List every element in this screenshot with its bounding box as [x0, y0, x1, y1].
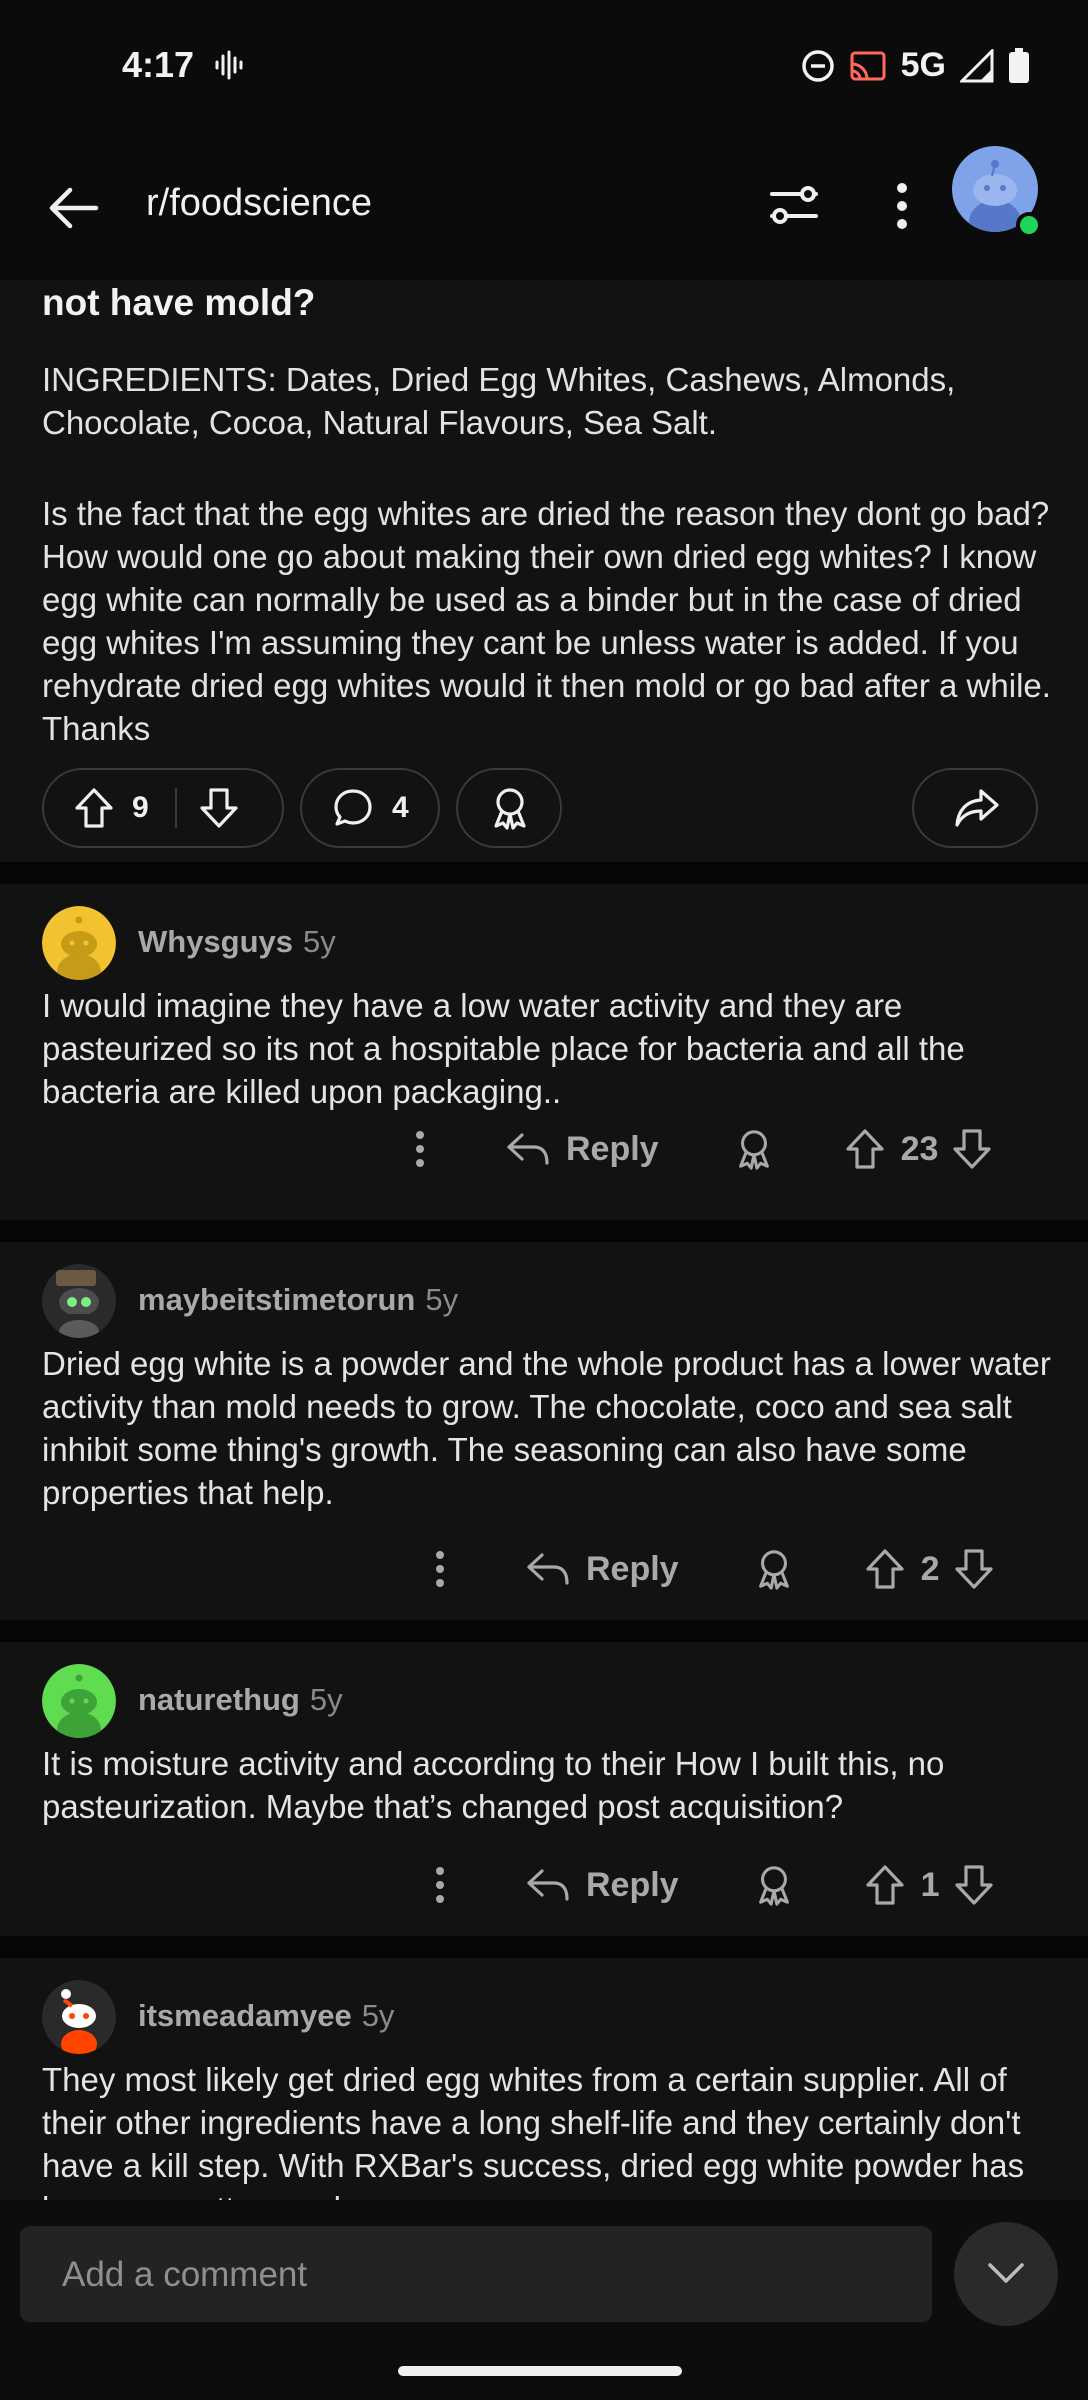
reply-button[interactable]: Reply [506, 1130, 659, 1169]
post-ingredients: INGREDIENTS: Dates, Dried Egg Whites, Ca… [42, 361, 956, 441]
reply-label[interactable]: Reply [566, 1130, 659, 1169]
comment-vote-count: 2 [920, 1549, 940, 1588]
share-icon [954, 787, 1000, 829]
comment-vote-count: 1 [920, 1865, 940, 1904]
signal-icon [960, 48, 994, 83]
comment-age: 5y [303, 924, 336, 959]
award-icon[interactable] [753, 1864, 795, 1906]
comment: maybeitstimetorun 5y Dried egg white is a… [0, 1242, 1088, 1620]
comment-avatar[interactable] [42, 1980, 116, 2054]
upvote-icon[interactable] [74, 787, 114, 829]
do-not-disturb-icon [801, 49, 835, 83]
downvote-icon[interactable] [954, 1548, 994, 1590]
subreddit-title[interactable]: r/foodscience [146, 182, 372, 225]
comment-avatar[interactable] [42, 906, 116, 980]
vote-divider [174, 788, 177, 828]
battery-icon [1008, 47, 1030, 84]
comment-age: 5y [309, 1682, 343, 1717]
scroll-down-button[interactable] [954, 2222, 1058, 2326]
comments-button[interactable]: 4 [300, 768, 440, 848]
status-time: 4:17 [122, 44, 195, 85]
reply-icon [527, 1553, 569, 1585]
upvote-icon[interactable] [865, 1864, 905, 1906]
comment-count: 4 [392, 791, 409, 824]
post-title: not have mold? [42, 282, 316, 323]
comment: naturethug 5y It is moisture activity and… [0, 1642, 1088, 1936]
comment-actions: Reply 1 [424, 1864, 994, 1906]
home-indicator[interactable] [398, 2366, 682, 2376]
comment-username[interactable]: maybeitstimetorun [138, 1282, 415, 1317]
post: not have mold? INGREDIENTS: Dates, Dried… [0, 280, 1088, 862]
comment-avatar[interactable] [42, 1664, 116, 1738]
divider [0, 1220, 1088, 1242]
comment: itsmeadamyee 5y They most likely get drie… [0, 1958, 1088, 2200]
comment-vote-count: 23 [900, 1129, 939, 1168]
comment-author[interactable]: itsmeadamyee 5y [138, 1998, 394, 2034]
more-options-icon[interactable] [404, 1129, 436, 1169]
post-body: Is the fact that the egg whites are drie… [42, 495, 1051, 747]
cast-icon [849, 50, 887, 82]
downvote-icon[interactable] [954, 1864, 994, 1906]
chevron-down-icon [986, 2260, 1026, 2286]
reply-icon [527, 1869, 569, 1901]
upvote-icon[interactable] [865, 1548, 905, 1590]
more-options-icon[interactable] [424, 1865, 456, 1905]
status-icons: 5G [801, 46, 1030, 85]
add-comment-input[interactable]: Add a comment [20, 2226, 932, 2322]
comment-author[interactable]: maybeitstimetorun 5y [138, 1282, 458, 1318]
status-bar: 4:17 5G [0, 0, 1088, 130]
back-arrow-icon[interactable] [44, 178, 104, 238]
network-label: 5G [900, 46, 946, 84]
award-icon[interactable] [733, 1128, 775, 1170]
divider [0, 1936, 1088, 1958]
more-options-icon[interactable] [884, 178, 920, 234]
divider [0, 862, 1088, 884]
comment-bubble-icon [332, 787, 374, 829]
award-icon [488, 786, 532, 830]
comment-age: 5y [361, 1998, 395, 2033]
downvote-icon[interactable] [952, 1128, 992, 1170]
comment-text: Dried egg white is a powder and the whol… [42, 1345, 1051, 1511]
comment-avatar[interactable] [42, 1264, 116, 1338]
comment-username[interactable]: Whysguys [138, 924, 293, 959]
reply-label[interactable]: Reply [586, 1866, 679, 1905]
post-vote-count: 9 [132, 791, 149, 824]
reply-icon [507, 1133, 549, 1165]
upvote-icon[interactable] [845, 1128, 885, 1170]
online-indicator [1016, 212, 1042, 238]
comment-author[interactable]: naturethug 5y [138, 1682, 343, 1718]
comment-actions: Reply 2 [424, 1548, 994, 1590]
divider [0, 1620, 1088, 1642]
comment-age: 5y [425, 1282, 459, 1317]
award-icon[interactable] [753, 1548, 795, 1590]
downvote-icon[interactable] [199, 787, 239, 829]
audio-wave-icon [214, 50, 244, 80]
comment: Whysguys 5y I would imagine they have a l… [0, 884, 1088, 1220]
comment-text: They most likely get dried egg whites fr… [42, 2061, 1025, 2200]
comment-actions: Reply 23 [404, 1128, 992, 1170]
post-vote-bar: 9 [42, 768, 284, 848]
share-button[interactable] [912, 768, 1038, 848]
comment-username[interactable]: naturethug [138, 1682, 300, 1717]
sort-filter-icon[interactable] [766, 178, 822, 234]
comment-text: It is moisture activity and according to… [42, 1745, 945, 1825]
comment-author[interactable]: Whysguys 5y [138, 924, 336, 960]
reply-button[interactable]: Reply [526, 1866, 679, 1905]
add-comment-placeholder: Add a comment [62, 2255, 308, 2294]
app-bar: r/foodscience [0, 130, 1088, 281]
comment-username[interactable]: itsmeadamyee [138, 1998, 352, 2033]
reply-label[interactable]: Reply [586, 1550, 679, 1589]
more-options-icon[interactable] [424, 1549, 456, 1589]
reply-button[interactable]: Reply [526, 1550, 679, 1589]
comment-text: I would imagine they have a low water ac… [42, 987, 965, 1110]
award-button[interactable] [456, 768, 562, 848]
comment-composer: Add a comment [0, 2200, 1088, 2400]
